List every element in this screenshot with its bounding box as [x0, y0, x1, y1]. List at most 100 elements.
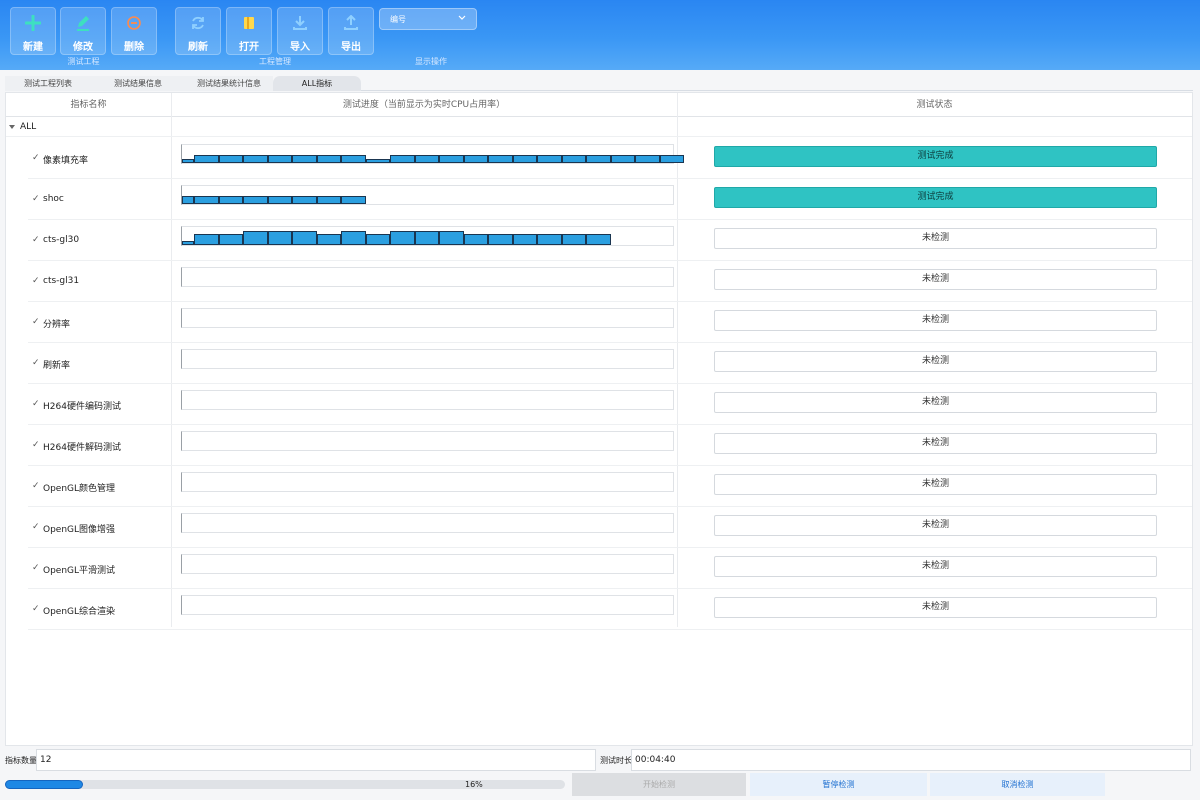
- cpu-bar: [561, 155, 586, 163]
- check-icon: ✓: [32, 563, 40, 573]
- cpu-usage-chart: [181, 308, 674, 328]
- start-button[interactable]: 开始检测: [572, 773, 746, 796]
- cpu-bar: [218, 234, 243, 245]
- cpu-bar: [414, 155, 439, 163]
- cpu-bar: [341, 196, 366, 204]
- refresh-button[interactable]: 刷新: [175, 7, 221, 55]
- cpu-bar: [439, 155, 464, 163]
- tab-all-metrics[interactable]: ALL指标: [273, 76, 361, 91]
- count-label: 指标数量: [5, 756, 37, 765]
- cpu-bar: [341, 155, 366, 163]
- tree-root-row[interactable]: ALL: [6, 117, 1192, 137]
- status-button[interactable]: 测试完成: [714, 187, 1157, 208]
- status-button[interactable]: 未检测: [714, 474, 1157, 495]
- count-field[interactable]: 12: [36, 749, 596, 771]
- cpu-usage-chart: [181, 595, 674, 615]
- delete-button[interactable]: 删除: [111, 7, 157, 55]
- cpu-bar: [243, 155, 268, 163]
- cpu-bar: [341, 231, 366, 245]
- table-row[interactable]: ✓ cts-gl31 未检测: [28, 261, 1192, 302]
- status-button[interactable]: 未检测: [714, 392, 1157, 413]
- table-row[interactable]: ✓ H264硬件解码测试 未检测: [28, 425, 1192, 466]
- cpu-bar: [182, 159, 194, 163]
- cpu-bar: [537, 155, 562, 163]
- status-button[interactable]: 未检测: [714, 556, 1157, 577]
- table-row[interactable]: ✓ cts-gl30 未检测: [28, 220, 1192, 261]
- metric-name: H264硬件编码测试: [43, 402, 121, 412]
- header-progress: 测试进度（当前显示为实时CPU占用率）: [342, 100, 506, 110]
- cpu-bar: [463, 155, 488, 163]
- table-row[interactable]: ✓ OpenGL平滑测试 未检测: [28, 548, 1192, 589]
- check-icon: ✓: [32, 399, 40, 409]
- status-button[interactable]: 未检测: [714, 269, 1157, 290]
- open-button[interactable]: 打开: [226, 7, 272, 55]
- tree-root-label: ALL: [20, 122, 37, 132]
- cpu-bar: [635, 155, 660, 163]
- cpu-bar: [659, 155, 684, 163]
- import-button[interactable]: 导入: [277, 7, 323, 55]
- tab-result-stats[interactable]: 测试结果统计信息: [185, 76, 273, 91]
- cpu-bar: [182, 241, 194, 245]
- status-button[interactable]: 未检测: [714, 228, 1157, 249]
- pause-button[interactable]: 暂停检测: [750, 773, 927, 796]
- minus-circle-icon: [123, 12, 145, 34]
- cpu-bar: [488, 234, 513, 245]
- export-button[interactable]: 导出: [328, 7, 374, 55]
- ribbon-toolbar: 新建 修改 删除 测试工程 刷新 打开 导入 导出 工程管理 编号 显示操作: [0, 0, 1200, 70]
- cpu-bar: [194, 234, 219, 245]
- refresh-icon: [187, 12, 209, 34]
- header-status: 测试状态: [916, 100, 953, 110]
- cpu-bar: [390, 155, 415, 163]
- tab-result-info[interactable]: 测试结果信息: [91, 76, 185, 91]
- check-icon: ✓: [32, 358, 40, 368]
- cpu-bar: [414, 231, 439, 245]
- table-row[interactable]: ✓ shoc 测试完成: [28, 179, 1192, 220]
- cpu-usage-chart: [181, 472, 674, 492]
- expand-triangle-icon[interactable]: [9, 124, 15, 130]
- progress-fill: [5, 780, 83, 789]
- chevron-down-icon: [458, 15, 466, 20]
- cpu-usage-chart: [181, 185, 674, 205]
- table-row[interactable]: ✓ 像素填充率 测试完成: [28, 138, 1192, 179]
- cpu-bar: [610, 155, 635, 163]
- cpu-bar: [218, 196, 243, 204]
- metric-name: cts-gl31: [43, 276, 80, 286]
- table-row[interactable]: ✓ 刷新率 未检测: [28, 343, 1192, 384]
- sort-combo[interactable]: 编号: [379, 8, 477, 30]
- metric-name: 刷新率: [43, 361, 71, 371]
- table-row[interactable]: ✓ OpenGL图像增强 未检测: [28, 507, 1192, 548]
- cpu-usage-chart: [181, 226, 674, 246]
- check-icon: ✓: [32, 440, 40, 450]
- metric-name: OpenGL综合渲染: [43, 607, 116, 617]
- cpu-bar: [182, 196, 194, 204]
- cpu-bar: [292, 155, 317, 163]
- status-button[interactable]: 未检测: [714, 597, 1157, 618]
- status-button[interactable]: 未检测: [714, 433, 1157, 454]
- table-row[interactable]: ✓ OpenGL综合渲染 未检测: [28, 589, 1192, 630]
- download-icon: [289, 12, 311, 34]
- cancel-button[interactable]: 取消检测: [930, 773, 1105, 796]
- metric-name: OpenGL平滑测试: [43, 566, 116, 576]
- check-icon: ✓: [32, 153, 40, 163]
- cpu-bar: [439, 231, 464, 245]
- metric-name: 分辨率: [43, 320, 71, 330]
- header-name: 指标名称: [70, 100, 107, 110]
- table-row[interactable]: ✓ OpenGL颜色管理 未检测: [28, 466, 1192, 507]
- plus-icon: [22, 12, 44, 34]
- metrics-table: 指标名称 测试进度（当前显示为实时CPU占用率） 测试状态 ALL ✓ 像素填充率…: [5, 92, 1193, 746]
- table-row[interactable]: ✓ H264硬件编码测试 未检测: [28, 384, 1192, 425]
- status-button[interactable]: 未检测: [714, 310, 1157, 331]
- cpu-bar: [365, 159, 390, 163]
- duration-field[interactable]: 00:04:40: [631, 749, 1191, 771]
- check-icon: ✓: [32, 604, 40, 614]
- edit-button[interactable]: 修改: [60, 7, 106, 55]
- tab-project-list[interactable]: 测试工程列表: [5, 76, 91, 91]
- table-row[interactable]: ✓ 分辨率 未检测: [28, 302, 1192, 343]
- status-button[interactable]: 未检测: [714, 515, 1157, 536]
- status-button[interactable]: 未检测: [714, 351, 1157, 372]
- status-button[interactable]: 测试完成: [714, 146, 1157, 167]
- cpu-usage-chart: [181, 431, 674, 451]
- cpu-bar: [218, 155, 243, 163]
- new-button[interactable]: 新建: [10, 7, 56, 55]
- cpu-bar: [561, 234, 586, 245]
